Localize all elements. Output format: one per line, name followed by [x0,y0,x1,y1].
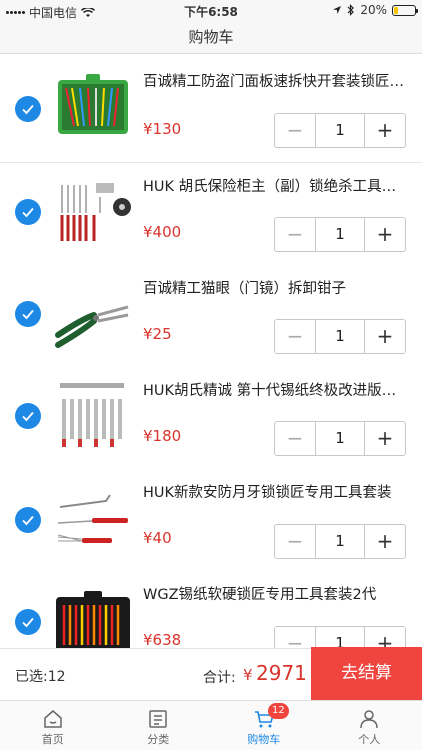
product-price: ¥130 [143,120,182,138]
status-right: 20% [332,3,418,17]
decrease-button[interactable]: − [275,422,315,455]
category-icon [149,710,167,728]
product-price: ¥638 [143,631,182,648]
cart-list[interactable]: 百诚精工防盗门面板速拆快开套装锁匠工具 ¥130 − 1 + HUK 胡氏保险柜… [0,54,422,648]
quantity-stepper: − 1 + [274,113,406,148]
quantity-stepper: − 1 + [274,626,406,648]
bluetooth-icon [347,4,355,16]
product-title[interactable]: HUK新款安防月牙锁锁匠专用工具套装 [143,481,405,502]
item-checkbox[interactable] [15,301,41,327]
quantity-stepper: − 1 + [274,524,406,559]
product-price: ¥25 [143,325,172,343]
increase-button[interactable]: + [365,525,405,558]
product-image[interactable] [52,377,134,459]
product-title[interactable]: WGZ锡纸软硬锁匠专用工具套装2代 [143,583,405,604]
quantity-value[interactable]: 1 [315,218,365,251]
checkmark-icon [22,104,34,115]
item-checkbox[interactable] [15,609,41,635]
cart-summary-bar: 已选:12 合计: ¥ 2971 去结算 [0,647,422,700]
currency-symbol: ¥ [243,666,253,684]
quantity-stepper: − 1 + [274,319,406,354]
decrease-button[interactable]: − [275,320,315,353]
quantity-value[interactable]: 1 [315,422,365,455]
quantity-value[interactable]: 1 [315,114,365,147]
tab-label: 首页 [41,733,64,746]
home-icon [44,710,62,728]
quantity-stepper: − 1 + [274,421,406,456]
decrease-button[interactable]: − [275,114,315,147]
page-title: 购物车 [0,22,422,54]
quantity-value[interactable]: 1 [315,320,365,353]
product-image[interactable] [52,173,134,255]
product-price: ¥400 [143,223,182,241]
tab-category[interactable]: 分类 [106,701,212,750]
quantity-value[interactable]: 1 [315,525,365,558]
product-price: ¥180 [143,427,182,445]
quantity-stepper: − 1 + [274,217,406,252]
cart-badge: 12 [268,703,289,719]
product-title[interactable]: 百诚精工猫眼（门镜）拆卸钳子 [143,277,405,298]
quantity-value[interactable]: 1 [315,627,365,648]
tab-profile[interactable]: 个人 [317,701,422,750]
checkmark-icon [22,617,34,628]
checkout-button[interactable]: 去结算 [311,647,422,700]
product-image[interactable] [52,275,134,357]
cart-item: WGZ锡纸软硬锁匠专用工具套装2代 ¥638 − 1 + [0,571,422,648]
product-title[interactable]: 百诚精工防盗门面板速拆快开套装锁匠工具 [143,70,405,91]
decrease-button[interactable]: − [275,525,315,558]
cart-item: HUK新款安防月牙锁锁匠专用工具套装 ¥40 − 1 + [0,469,422,572]
checkmark-icon [22,515,34,526]
product-price: ¥40 [143,529,172,547]
tab-home[interactable]: 首页 [0,701,106,750]
item-checkbox[interactable] [15,507,41,533]
product-image[interactable] [52,66,134,148]
battery-percent: 20% [360,3,387,17]
increase-button[interactable]: + [365,218,405,251]
product-title[interactable]: HUK 胡氏保险柜主（副）锁绝杀工具套装 [143,175,405,196]
increase-button[interactable]: + [365,422,405,455]
increase-button[interactable]: + [365,627,405,648]
cart-item: 百诚精工防盗门面板速拆快开套装锁匠工具 ¥130 − 1 + [0,60,422,163]
checkmark-icon [22,411,34,422]
total-amount: 2971 [256,661,307,685]
user-icon [360,710,378,729]
cart-item: 百诚精工猫眼（门镜）拆卸钳子 ¥25 − 1 + [0,265,422,368]
decrease-button[interactable]: − [275,218,315,251]
checkmark-icon [22,207,34,218]
product-image[interactable] [52,481,134,563]
product-title[interactable]: HUK胡氏精诚 第十代锡纸终极改进版工具 [143,379,405,400]
battery-icon [392,4,418,16]
checkmark-icon [22,309,34,320]
increase-button[interactable]: + [365,114,405,147]
tab-cart[interactable]: 购物车 12 [211,701,317,750]
decrease-button[interactable]: − [275,627,315,648]
increase-button[interactable]: + [365,320,405,353]
item-checkbox[interactable] [15,199,41,225]
cart-item: HUK胡氏精诚 第十代锡纸终极改进版工具 ¥180 − 1 + [0,367,422,470]
tab-label: 购物车 [247,733,281,746]
item-checkbox[interactable] [15,403,41,429]
cart-item: HUK 胡氏保险柜主（副）锁绝杀工具套装 ¥400 − 1 + [0,163,422,266]
tab-label: 个人 [358,733,381,746]
item-checkbox[interactable] [15,96,41,122]
tab-bar: 首页 分类 购物车 12 个人 [0,700,422,750]
product-image[interactable] [52,583,134,648]
tab-label: 分类 [147,733,170,746]
total-label: 合计: [203,670,236,686]
location-icon [333,6,342,14]
status-bar: 中国电信 下午6:58 20% [0,0,422,22]
selected-count: 已选:12 [15,669,66,685]
